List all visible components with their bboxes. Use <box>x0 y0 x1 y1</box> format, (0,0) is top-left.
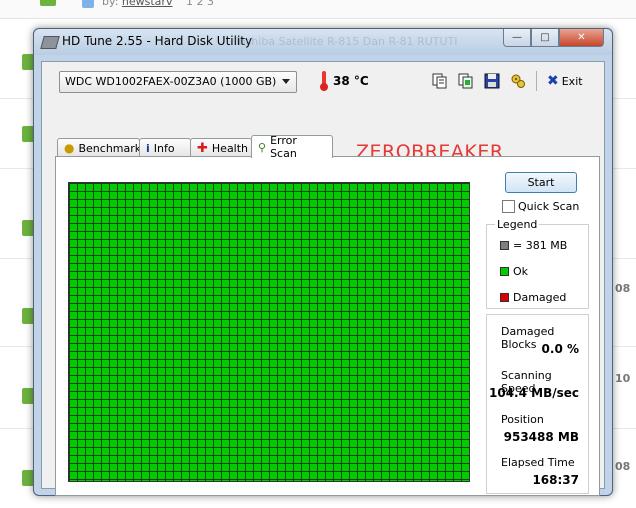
legend-label: Ok <box>513 265 529 278</box>
scan-block-map <box>68 182 470 482</box>
legend-swatch-green <box>500 267 509 276</box>
tab-benchmark[interactable]: ● Benchmark <box>57 138 142 157</box>
chevron-down-icon <box>282 79 290 84</box>
damaged-blocks-value: 0.0 % <box>541 342 579 356</box>
exit-label: Exit <box>561 74 583 88</box>
toolbar-divider <box>536 71 537 91</box>
copy-screen-icon[interactable] <box>456 71 476 91</box>
tab-health-label: Health <box>211 141 249 155</box>
copy-info-icon[interactable] <box>430 71 450 91</box>
save-icon[interactable] <box>482 71 502 91</box>
legend-item: = 381 MB <box>500 239 567 252</box>
start-button[interactable]: Start <box>505 172 577 193</box>
legend-box: Legend = 381 MB Ok Damaged <box>486 218 589 309</box>
tab-health[interactable]: ✚ Health <box>190 138 252 157</box>
elapsed-time-label: Elapsed Time <box>501 456 575 469</box>
quick-scan-checkbox[interactable] <box>502 200 515 213</box>
hdtune-window: HD Tune 2.55 - Hard Disk Utility Toshiba… <box>33 28 613 496</box>
legend-swatch-gray <box>500 241 509 250</box>
start-button-label: Start <box>527 176 555 189</box>
options-icon[interactable] <box>508 71 528 91</box>
checkbox-icon <box>82 0 94 8</box>
close-icon: ✕ <box>577 32 586 43</box>
reply-count: 08 <box>615 460 631 473</box>
by-label: by: <box>102 0 119 8</box>
position-value: 953488 MB <box>503 430 579 444</box>
tab-benchmark-label: Benchmark <box>78 141 142 155</box>
legend-swatch-red <box>500 293 509 302</box>
scanning-speed-value: 104.4 MB/sec <box>489 386 579 400</box>
tab-error-scan[interactable]: ⚲ Error Scan <box>251 134 333 160</box>
forum-thread-meta: by: newstarv 1 2 3 <box>0 0 636 19</box>
page-links[interactable]: 1 2 3 <box>186 0 214 8</box>
elapsed-time-value: 168:37 <box>532 473 579 487</box>
drive-select[interactable]: WDC WD1002FAEX-00Z3A0 (1000 GB) <box>59 71 297 93</box>
background-window-title: Toshiba Satellite R-815 Dan R-81 RUTUTI <box>234 35 458 48</box>
legend-item: Damaged <box>500 291 566 304</box>
legend-label: = 381 MB <box>513 239 568 252</box>
drive-select-value: WDC WD1002FAEX-00Z3A0 (1000 GB) <box>65 75 277 88</box>
title-bar[interactable]: HD Tune 2.55 - Hard Disk Utility Toshiba… <box>34 29 612 55</box>
legend-label: Damaged <box>513 291 567 304</box>
window-controls: — □ ✕ <box>503 29 604 47</box>
toolbar-icons <box>430 71 528 91</box>
reply-count: 10 <box>615 372 631 385</box>
position-label: Position <box>501 413 544 426</box>
maximize-button[interactable]: □ <box>531 29 559 47</box>
exit-button[interactable]: ✖ Exit <box>547 72 583 90</box>
maximize-icon: □ <box>540 32 550 43</box>
quick-scan-option[interactable]: Quick Scan <box>502 200 579 213</box>
author-line: by: newstarv 1 2 3 <box>102 0 214 8</box>
scan-stats-box: Damaged Blocks 0.0 % Scanning Speed 104.… <box>486 314 589 494</box>
benchmark-icon: ● <box>64 141 75 155</box>
thread-icon <box>40 0 56 6</box>
minimize-button[interactable]: — <box>503 29 531 47</box>
magnifier-icon: ⚲ <box>258 140 267 154</box>
author-link[interactable]: newstarv <box>122 0 173 8</box>
health-cross-icon: ✚ <box>197 140 208 156</box>
temperature-readout: 38 °C <box>333 74 369 88</box>
minimize-icon: — <box>512 32 522 43</box>
tab-info[interactable]: i Info <box>139 138 191 157</box>
close-button[interactable]: ✕ <box>559 29 604 47</box>
client-area: WDC WD1002FAEX-00Z3A0 (1000 GB) 38 °C ✖ … <box>41 61 605 496</box>
legend-item: Ok <box>500 265 528 278</box>
reply-count: 08 <box>615 282 631 295</box>
thermometer-icon <box>320 71 328 91</box>
window-title: HD Tune 2.55 - Hard Disk Utility <box>62 34 253 48</box>
tab-info-label: Info <box>153 141 175 155</box>
quick-scan-label: Quick Scan <box>518 200 580 213</box>
tab-error-scan-label: Error Scan <box>270 134 297 160</box>
info-icon: i <box>146 141 150 155</box>
exit-icon: ✖ <box>547 73 559 89</box>
app-icon <box>40 36 60 49</box>
legend-title: Legend <box>495 218 540 231</box>
